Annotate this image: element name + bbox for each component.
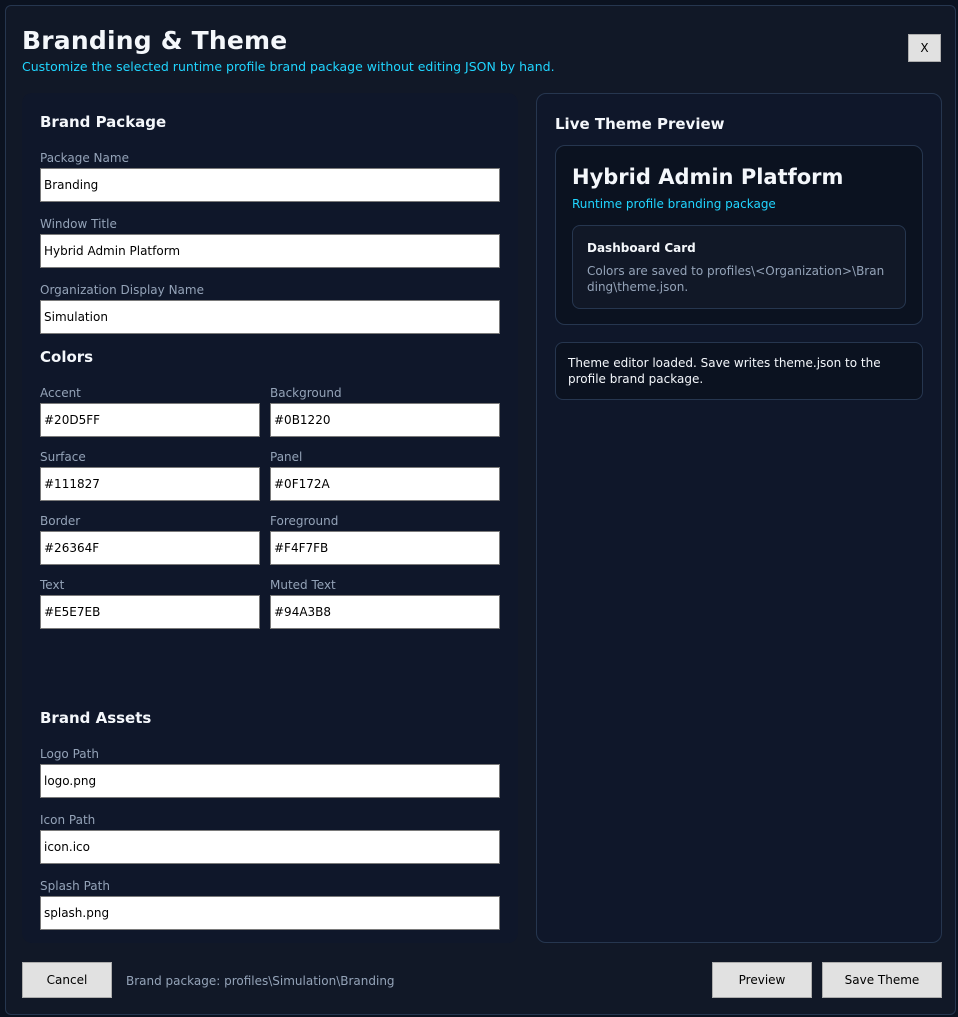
brand-assets-heading: Brand Assets bbox=[40, 709, 152, 727]
window-title-label: Window Title bbox=[40, 217, 117, 231]
surface-color-input[interactable] bbox=[40, 467, 260, 501]
dialog-subtitle: Customize the selected runtime profile b… bbox=[22, 59, 555, 74]
surface-label: Surface bbox=[40, 450, 86, 464]
preview-panel: Live Theme Preview Hybrid Admin Platform… bbox=[536, 93, 942, 943]
logo-path-input[interactable] bbox=[40, 764, 500, 798]
colors-heading: Colors bbox=[40, 348, 94, 366]
org-display-name-label: Organization Display Name bbox=[40, 283, 204, 297]
preview-app-title: Hybrid Admin Platform bbox=[572, 165, 844, 189]
status-message: Theme editor loaded. Save writes theme.j… bbox=[568, 356, 881, 386]
background-color-input[interactable] bbox=[270, 403, 500, 437]
preview-app-subtitle: Runtime profile branding package bbox=[572, 197, 776, 211]
muted-text-label: Muted Text bbox=[270, 578, 336, 592]
preview-button[interactable]: Preview bbox=[712, 962, 812, 998]
dialog-title: Branding & Theme bbox=[22, 26, 288, 55]
splash-path-label: Splash Path bbox=[40, 879, 110, 893]
dashboard-card-body: Colors are saved to profiles\<Organizati… bbox=[587, 264, 885, 294]
status-message-box: Theme editor loaded. Save writes theme.j… bbox=[555, 342, 923, 400]
branding-theme-dialog: Branding & Theme Customize the selected … bbox=[5, 5, 956, 1015]
window-title-input[interactable] bbox=[40, 234, 500, 268]
foreground-label: Foreground bbox=[270, 514, 339, 528]
foreground-color-input[interactable] bbox=[270, 531, 500, 565]
accent-color-input[interactable] bbox=[40, 403, 260, 437]
save-theme-button[interactable]: Save Theme bbox=[822, 962, 942, 998]
close-button[interactable]: X bbox=[908, 34, 941, 62]
theme-preview-card: Hybrid Admin Platform Runtime profile br… bbox=[555, 145, 923, 325]
background-label: Background bbox=[270, 386, 342, 400]
icon-path-label: Icon Path bbox=[40, 813, 96, 827]
dashboard-card: Dashboard Card Colors are saved to profi… bbox=[572, 225, 906, 309]
border-label: Border bbox=[40, 514, 81, 528]
panel-label: Panel bbox=[270, 450, 303, 464]
cancel-button[interactable]: Cancel bbox=[22, 962, 112, 998]
brand-package-path: Brand package: profiles\Simulation\Brand… bbox=[126, 974, 395, 988]
dashboard-card-title: Dashboard Card bbox=[587, 241, 696, 255]
editor-panel: Brand Package Package Name Window Title … bbox=[22, 93, 518, 943]
panel-color-input[interactable] bbox=[270, 467, 500, 501]
live-preview-heading: Live Theme Preview bbox=[555, 115, 725, 133]
logo-path-label: Logo Path bbox=[40, 747, 99, 761]
muted-text-color-input[interactable] bbox=[270, 595, 500, 629]
package-name-input[interactable] bbox=[40, 168, 500, 202]
package-name-label: Package Name bbox=[40, 151, 129, 165]
icon-path-input[interactable] bbox=[40, 830, 500, 864]
border-color-input[interactable] bbox=[40, 531, 260, 565]
text-color-input[interactable] bbox=[40, 595, 260, 629]
brand-package-heading: Brand Package bbox=[40, 113, 167, 131]
accent-label: Accent bbox=[40, 386, 81, 400]
org-display-name-input[interactable] bbox=[40, 300, 500, 334]
splash-path-input[interactable] bbox=[40, 896, 500, 930]
text-label: Text bbox=[40, 578, 65, 592]
